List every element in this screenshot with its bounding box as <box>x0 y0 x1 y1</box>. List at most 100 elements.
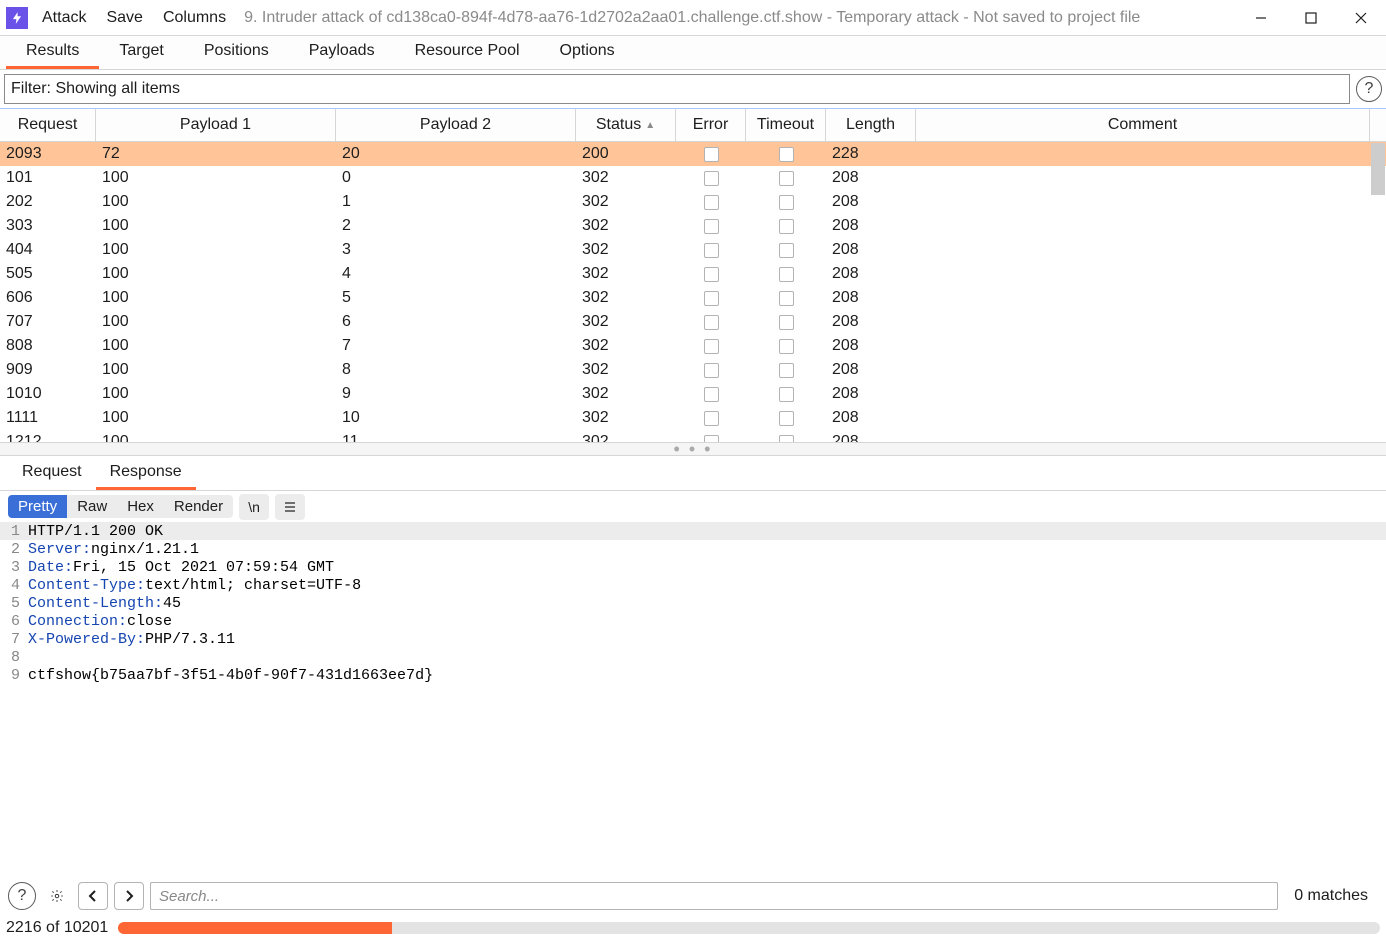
error-checkbox[interactable] <box>704 387 719 402</box>
tab-results[interactable]: Results <box>6 36 99 69</box>
col-timeout[interactable]: Timeout <box>746 109 826 141</box>
response-line: 8 <box>0 648 1386 666</box>
error-checkbox[interactable] <box>704 411 719 426</box>
response-line: 4Content-Type: text/html; charset=UTF-8 <box>0 576 1386 594</box>
error-checkbox[interactable] <box>704 339 719 354</box>
error-checkbox[interactable] <box>704 147 719 162</box>
view-pretty[interactable]: Pretty <box>8 495 67 518</box>
timeout-checkbox[interactable] <box>779 387 794 402</box>
error-checkbox[interactable] <box>704 363 719 378</box>
view-render[interactable]: Render <box>164 495 233 518</box>
detail-tab-response[interactable]: Response <box>96 456 196 490</box>
timeout-checkbox[interactable] <box>779 219 794 234</box>
hamburger-icon[interactable] <box>275 494 305 520</box>
detail-tabs: RequestResponse <box>0 456 1386 490</box>
maximize-button[interactable] <box>1286 0 1336 35</box>
view-raw[interactable]: Raw <box>67 495 117 518</box>
col-comment[interactable]: Comment <box>916 109 1370 141</box>
tab-positions[interactable]: Positions <box>184 36 289 69</box>
table-row[interactable]: 9091008302208 <box>0 358 1386 382</box>
response-line: 6Connection: close <box>0 612 1386 630</box>
error-checkbox[interactable] <box>704 435 719 443</box>
settings-icon[interactable] <box>42 882 72 910</box>
error-checkbox[interactable] <box>704 171 719 186</box>
response-line: 3Date: Fri, 15 Oct 2021 07:59:54 GMT <box>0 558 1386 576</box>
timeout-checkbox[interactable] <box>779 435 794 443</box>
tab-target[interactable]: Target <box>99 36 183 69</box>
progress-bar <box>118 922 1380 934</box>
table-scrollbar[interactable] <box>1370 142 1386 442</box>
table-row[interactable]: 7071006302208 <box>0 310 1386 334</box>
error-checkbox[interactable] <box>704 291 719 306</box>
timeout-checkbox[interactable] <box>779 339 794 354</box>
title-bar: AttackSaveColumns 9. Intruder attack of … <box>0 0 1386 35</box>
timeout-checkbox[interactable] <box>779 363 794 378</box>
table-row[interactable]: 5051004302208 <box>0 262 1386 286</box>
footer-count: 2216 of 10201 <box>6 919 108 937</box>
minimize-button[interactable] <box>1236 0 1286 35</box>
col-length[interactable]: Length <box>826 109 916 141</box>
error-checkbox[interactable] <box>704 315 719 330</box>
response-line: 9ctfshow{b75aa7bf-3f51-4b0f-90f7-431d166… <box>0 666 1386 684</box>
timeout-checkbox[interactable] <box>779 147 794 162</box>
newline-toggle[interactable]: \n <box>239 494 269 520</box>
timeout-checkbox[interactable] <box>779 195 794 210</box>
splitter[interactable]: • • • <box>0 442 1386 456</box>
menu-attack[interactable]: Attack <box>32 9 96 27</box>
table-row[interactable]: 4041003302208 <box>0 238 1386 262</box>
error-checkbox[interactable] <box>704 243 719 258</box>
results-table[interactable]: 2093722020022810110003022082021001302208… <box>0 142 1386 442</box>
search-input[interactable] <box>150 882 1278 910</box>
table-row[interactable]: 20937220200228 <box>0 142 1386 166</box>
app-icon <box>6 7 28 29</box>
table-row[interactable]: 10101009302208 <box>0 382 1386 406</box>
tab-options[interactable]: Options <box>540 36 635 69</box>
timeout-checkbox[interactable] <box>779 411 794 426</box>
search-help-icon[interactable]: ? <box>8 882 36 910</box>
table-row[interactable]: 6061005302208 <box>0 286 1386 310</box>
response-line: 2Server: nginx/1.21.1 <box>0 540 1386 558</box>
timeout-checkbox[interactable] <box>779 243 794 258</box>
window-controls <box>1236 0 1386 35</box>
window-title: 9. Intruder attack of cd138ca0-894f-4d78… <box>240 9 1232 27</box>
table-row[interactable]: 111110010302208 <box>0 406 1386 430</box>
tab-payloads[interactable]: Payloads <box>289 36 395 69</box>
col-status[interactable]: Status▲ <box>576 109 676 141</box>
help-icon[interactable]: ? <box>1356 76 1382 102</box>
timeout-checkbox[interactable] <box>779 171 794 186</box>
error-checkbox[interactable] <box>704 267 719 282</box>
sort-asc-icon: ▲ <box>645 120 655 131</box>
next-match-button[interactable] <box>114 882 144 910</box>
col-payload2[interactable]: Payload 2 <box>336 109 576 141</box>
error-checkbox[interactable] <box>704 219 719 234</box>
close-button[interactable] <box>1336 0 1386 35</box>
col-request[interactable]: Request <box>0 109 96 141</box>
col-error[interactable]: Error <box>676 109 746 141</box>
response-line: 7X-Powered-By: PHP/7.3.11 <box>0 630 1386 648</box>
timeout-checkbox[interactable] <box>779 315 794 330</box>
timeout-checkbox[interactable] <box>779 267 794 282</box>
menu-columns[interactable]: Columns <box>153 9 236 27</box>
detail-tab-request[interactable]: Request <box>8 456 96 490</box>
response-line: 5Content-Length: 45 <box>0 594 1386 612</box>
table-row[interactable]: 3031002302208 <box>0 214 1386 238</box>
col-payload1[interactable]: Payload 1 <box>96 109 336 141</box>
filter-box[interactable]: Filter: Showing all items <box>4 74 1350 104</box>
timeout-checkbox[interactable] <box>779 291 794 306</box>
footer: 2216 of 10201 <box>0 915 1386 941</box>
main-tabs: ResultsTargetPositionsPayloadsResource P… <box>0 35 1386 70</box>
tab-resource-pool[interactable]: Resource Pool <box>395 36 540 69</box>
prev-match-button[interactable] <box>78 882 108 910</box>
view-hex[interactable]: Hex <box>117 495 164 518</box>
matches-count: 0 matches <box>1284 887 1378 905</box>
error-checkbox[interactable] <box>704 195 719 210</box>
search-bar: ? 0 matches <box>0 877 1386 915</box>
table-row[interactable]: 8081007302208 <box>0 334 1386 358</box>
menu-save[interactable]: Save <box>96 9 152 27</box>
table-row[interactable]: 2021001302208 <box>0 190 1386 214</box>
detail-toolbar: PrettyRawHexRender \n <box>0 490 1386 522</box>
table-row[interactable]: 121210011302208 <box>0 430 1386 442</box>
response-line: 1HTTP/1.1 200 OK <box>0 522 1386 540</box>
response-area[interactable]: 1HTTP/1.1 200 OK2Server: nginx/1.21.13Da… <box>0 522 1386 877</box>
table-row[interactable]: 1011000302208 <box>0 166 1386 190</box>
